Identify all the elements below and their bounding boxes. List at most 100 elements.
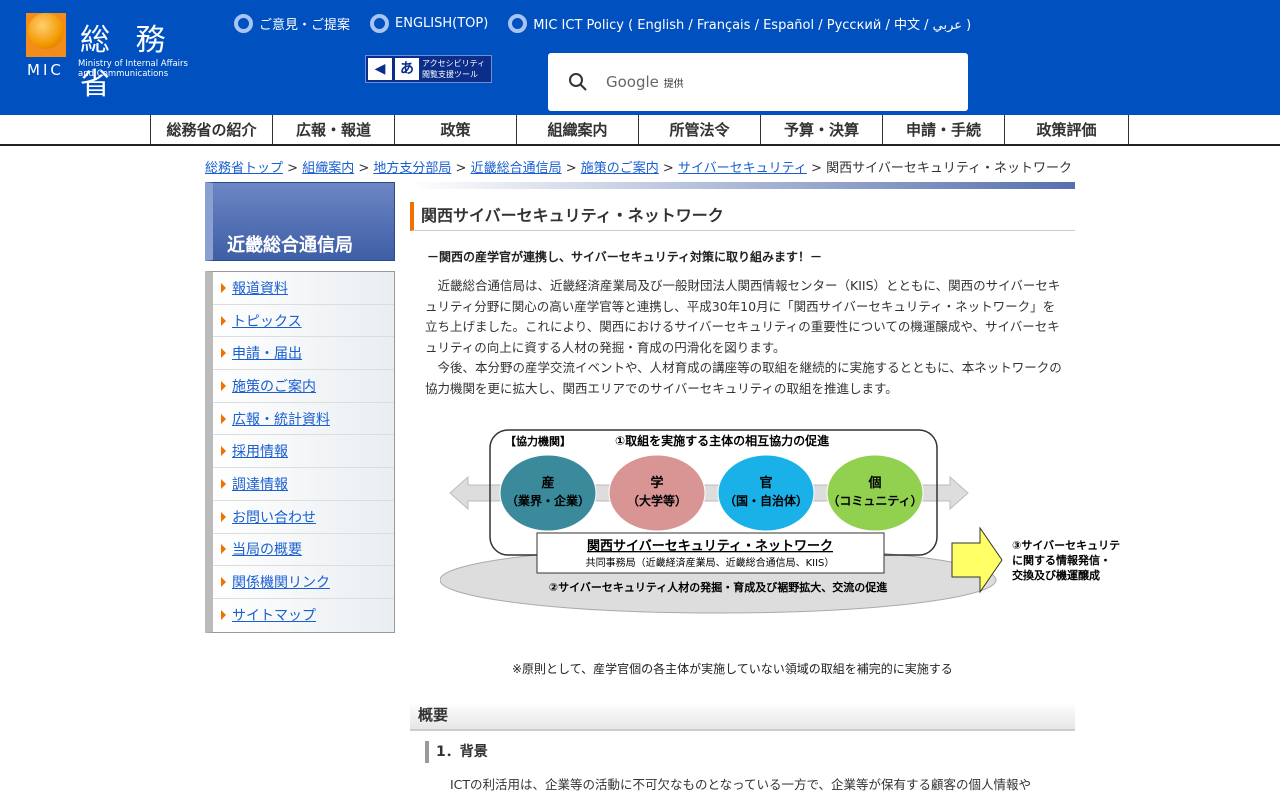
sidebar-link[interactable]: 申請・届出 bbox=[232, 343, 302, 363]
breadcrumb-link[interactable]: 組織案内 bbox=[302, 161, 354, 176]
search-icon bbox=[569, 73, 587, 91]
circle-icon bbox=[508, 14, 528, 33]
nav-item[interactable]: 所管法令 bbox=[638, 115, 760, 144]
arrow-icon bbox=[221, 478, 226, 489]
partner-label: （大学等） bbox=[627, 493, 687, 508]
sidebar-item[interactable]: サイトマップ bbox=[213, 599, 394, 632]
subsection-title: 1．背景 bbox=[425, 741, 488, 763]
sidebar-link[interactable]: 施策のご案内 bbox=[232, 376, 316, 396]
arrow-icon bbox=[221, 348, 226, 359]
top-links: ご意見・ご提案 ENGLISH(TOP) MIC ICT Policy ( En… bbox=[234, 14, 971, 33]
accessibility-tool-button[interactable]: ◀ あ アクセシビリティ 閲覧支援ツール bbox=[365, 55, 492, 83]
breadcrumb-separator: > bbox=[354, 161, 374, 176]
partner-label: 産 bbox=[541, 475, 554, 491]
lead-text: －関西の産学官が連携し、サイバーセキュリティ対策に取り組みます！－ bbox=[427, 250, 823, 264]
paragraph: 今後、本分野の産学交流イベントや、人材育成の講座等の取組を継続的に実施するととも… bbox=[425, 360, 1062, 396]
circle-icon bbox=[234, 14, 253, 33]
partner-circle bbox=[499, 454, 597, 532]
sidebar-link[interactable]: 報道資料 bbox=[232, 278, 288, 298]
partner-label: 個 bbox=[867, 475, 881, 491]
breadcrumb-separator: > bbox=[806, 161, 827, 176]
sidebar-item[interactable]: 報道資料 bbox=[213, 272, 394, 305]
breadcrumb-separator: > bbox=[283, 161, 303, 176]
sidebar-link[interactable]: 調達情報 bbox=[232, 474, 288, 494]
secretariat-text: 共同事務局（近畿経済産業局、近畿総合通信局、KIIS） bbox=[586, 556, 835, 569]
breadcrumb-link[interactable]: 近畿総合通信局 bbox=[471, 161, 562, 176]
paragraph: 近畿総合通信局は、近畿経済産業局及び一般財団法人関西情報センター（KIIS）とと… bbox=[425, 278, 1061, 355]
breadcrumb-current: 関西サイバーセキュリティ・ネットワーク bbox=[826, 161, 1073, 176]
point3-line1: ③サイバーセキュリティ bbox=[1012, 539, 1120, 552]
sidebar-link[interactable]: 当局の概要 bbox=[232, 539, 302, 559]
arrow-icon bbox=[221, 446, 226, 457]
sidebar-item[interactable]: 当局の概要 bbox=[213, 534, 394, 567]
ict-policy-link[interactable]: MIC ICT Policy ( English / Français / Es… bbox=[508, 14, 971, 33]
opinion-link[interactable]: ご意見・ご提案 bbox=[234, 14, 350, 33]
breadcrumb: 総務省トップ > 組織案内 > 地方支分部局 > 近畿総合通信局 > 施策のご案… bbox=[205, 157, 1072, 176]
network-name: 関西サイバーセキュリティ・ネットワーク bbox=[587, 539, 833, 554]
provided-text: 提供 bbox=[663, 79, 684, 90]
page-title: 関西サイバーセキュリティ・ネットワーク bbox=[410, 202, 1075, 231]
point1-text: ①取組を実施する主体の相互協力の促進 bbox=[615, 433, 830, 448]
background-text: ICTの利活用は、企業等の活動に不可欠なものとなっている一方で、企業等が保有する… bbox=[450, 777, 1032, 792]
nav-item[interactable]: 広報・報道 bbox=[272, 115, 394, 144]
sidebar-link[interactable]: 採用情報 bbox=[232, 441, 288, 461]
search-input[interactable]: Google 提供 bbox=[548, 53, 968, 111]
logo-en-line2: and Communications bbox=[78, 69, 169, 79]
network-diagram: 【協力機関】 ①取組を実施する主体の相互協力の促進 産 （業界・企業） 学 （大学等）… bbox=[440, 429, 1120, 614]
sidebar-item[interactable]: 関係機関リンク bbox=[213, 566, 394, 599]
arrow-icon bbox=[221, 413, 226, 424]
breadcrumb-separator: > bbox=[451, 161, 471, 176]
nav-item[interactable]: 申請・手続 bbox=[882, 115, 1004, 144]
partner-circle bbox=[717, 454, 815, 532]
sidebar-item[interactable]: 調達情報 bbox=[213, 468, 394, 501]
link-label: MIC ICT Policy ( English / Français / Es… bbox=[533, 18, 972, 33]
site-header: 総 務 省 MIC Ministry of Internal Affairs an… bbox=[0, 0, 1280, 115]
title-decoration bbox=[410, 182, 1075, 189]
partner-circle bbox=[826, 454, 924, 532]
nav-item[interactable]: 組織案内 bbox=[516, 115, 638, 144]
sidebar-item[interactable]: 広報・統計資料 bbox=[213, 403, 394, 436]
nav-item[interactable]: 総務省の紹介 bbox=[150, 115, 272, 144]
logo-emblem bbox=[26, 13, 66, 57]
arrow-icon bbox=[221, 577, 226, 588]
english-link[interactable]: ENGLISH(TOP) bbox=[370, 14, 488, 33]
arrow-icon bbox=[221, 282, 226, 293]
sidebar-link[interactable]: トピックス bbox=[232, 311, 302, 331]
breadcrumb-link[interactable]: 総務省トップ bbox=[205, 161, 283, 176]
intro-text: 近畿総合通信局は、近畿経済産業局及び一般財団法人関西情報センター（KIIS）とと… bbox=[425, 276, 1065, 399]
sidebar-item[interactable]: 施策のご案内 bbox=[213, 370, 394, 403]
sidebar-menu: 報道資料トピックス申請・届出施策のご案内 広報・統計資料 採用情報調達情報お問い合わ… bbox=[205, 271, 395, 633]
sidebar-link[interactable]: 広報・統計資料 bbox=[232, 409, 330, 429]
point3-line2: に関する情報発信・ bbox=[1012, 553, 1111, 567]
nav-item[interactable]: 政策 bbox=[394, 115, 516, 144]
partner-label: 官 bbox=[759, 475, 772, 491]
logo-en-line1: Ministry of Internal Affairs bbox=[78, 59, 188, 69]
sidebar-link[interactable]: 関係機関リンク bbox=[232, 572, 330, 592]
global-nav: 総務省の紹介 広報・報道 政策 組織案内 所管法令 予算・決算 申請・手続 政策評価 bbox=[0, 115, 1280, 146]
nav-item[interactable]: 予算・決算 bbox=[760, 115, 882, 144]
logo-abbr: MIC bbox=[27, 61, 64, 79]
acc-label1: アクセシビリティ bbox=[422, 59, 486, 68]
sidebar-title: 近畿総合通信局 bbox=[205, 182, 395, 261]
nav-item[interactable]: 政策評価 bbox=[1004, 115, 1129, 144]
sidebar-item[interactable]: 採用情報 bbox=[213, 435, 394, 469]
arrow-icon bbox=[221, 380, 226, 391]
partners-label: 【協力機関】 bbox=[505, 434, 571, 448]
arrow-icon bbox=[221, 315, 226, 326]
breadcrumb-link[interactable]: 地方支分部局 bbox=[373, 161, 451, 176]
point2-text: ②サイバーセキュリティ人材の発掘・育成及び裾野拡大、交流の促進 bbox=[549, 580, 888, 594]
breadcrumb-separator: > bbox=[561, 161, 581, 176]
sidebar-link[interactable]: サイトマップ bbox=[232, 605, 316, 625]
breadcrumb-link[interactable]: 施策のご案内 bbox=[581, 161, 659, 176]
sidebar-item[interactable]: お問い合わせ bbox=[213, 501, 394, 534]
mic-logo[interactable]: 総 務 省 MIC Ministry of Internal Affairs an… bbox=[26, 13, 216, 102]
sidebar-link[interactable]: お問い合わせ bbox=[232, 507, 316, 527]
point3-line3: 交換及び機運醸成 bbox=[1012, 568, 1100, 582]
partner-circle bbox=[608, 454, 706, 532]
sidebar-item[interactable]: 申請・届出 bbox=[213, 337, 394, 371]
breadcrumb-link[interactable]: サイバーセキュリティ bbox=[678, 161, 807, 176]
link-label: ご意見・ご提案 bbox=[259, 18, 351, 33]
sidebar-item[interactable]: トピックス bbox=[213, 305, 394, 338]
speaker-icon: ◀ bbox=[368, 58, 392, 80]
partner-label: （国・自治体） bbox=[724, 493, 808, 508]
